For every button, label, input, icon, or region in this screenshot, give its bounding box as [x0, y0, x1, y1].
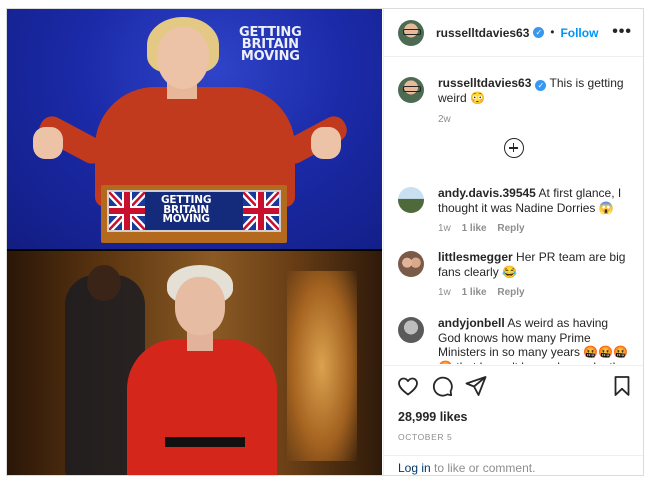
share-icon[interactable]: [464, 374, 488, 398]
post-media[interactable]: GETTING BRITAIN MOVING GETTING BRITAIN M…: [7, 9, 382, 475]
comments-section[interactable]: russelltdavies63 ✓ This is getting weird …: [384, 58, 643, 364]
comment-username[interactable]: andyjonbell: [438, 316, 505, 330]
avatar[interactable]: [398, 77, 424, 103]
figure-body: [127, 339, 277, 475]
comment-likes[interactable]: 1 like: [462, 223, 487, 234]
background-figure-head: [87, 265, 121, 301]
post-actions: 28,999 likes OCTOBER 5: [384, 365, 643, 442]
caption: russelltdavies63 ✓ This is getting weird …: [398, 76, 638, 127]
bookmark-icon[interactable]: [610, 374, 634, 398]
comment-username[interactable]: littlesmegger: [438, 250, 513, 264]
post-date[interactable]: OCTOBER 5: [398, 432, 452, 442]
podium-slogan: GETTING BRITAIN MOVING: [161, 194, 212, 226]
list-item: andyjonbell As weird as having God knows…: [398, 316, 638, 364]
comment-time[interactable]: 1w: [438, 223, 451, 234]
figure-head: [157, 27, 209, 89]
figure-hand: [33, 127, 63, 159]
comment-username[interactable]: andy.davis.39545: [438, 186, 536, 200]
more-icon[interactable]: •••: [612, 23, 632, 41]
avatar[interactable]: [398, 187, 424, 213]
list-item: littlesmegger Her PR team are big fans c…: [398, 250, 638, 301]
comment-icon[interactable]: [430, 374, 454, 398]
verified-icon: ✓: [535, 80, 547, 91]
login-prompt: Log in to like or comment.: [384, 455, 643, 475]
union-flag-icon: [243, 192, 279, 230]
caption-body: russelltdavies63 ✓ This is getting weird …: [438, 76, 634, 127]
reply-button[interactable]: Reply: [497, 287, 524, 298]
reply-button[interactable]: Reply: [497, 223, 524, 234]
union-flag-icon: [109, 192, 145, 230]
figure-belt: [165, 437, 245, 447]
comment-body: andy.davis.39545 At first glance, I thou…: [438, 186, 634, 237]
comment-meta: 1w 1 like Reply: [438, 222, 634, 237]
comment-likes[interactable]: 1 like: [462, 287, 487, 298]
comment-body: andyjonbell As weird as having God knows…: [438, 316, 634, 364]
instagram-post: GETTING BRITAIN MOVING GETTING BRITAIN M…: [6, 8, 644, 476]
comment-time[interactable]: 1w: [438, 287, 451, 298]
follow-button[interactable]: Follow: [560, 26, 598, 40]
separator-dot: •: [550, 26, 555, 39]
likes-count[interactable]: 28,999 likes: [398, 410, 468, 424]
avatar[interactable]: [398, 19, 424, 46]
avatar[interactable]: [398, 251, 424, 277]
photo-drama-still: [7, 251, 382, 475]
caption-username[interactable]: russelltdavies63: [438, 76, 531, 90]
wall-slogan: GETTING BRITAIN MOVING: [239, 25, 302, 64]
figure-hand: [311, 127, 341, 159]
caption-meta: 2w: [438, 113, 634, 128]
figure-head: [175, 277, 225, 335]
post-side-panel: russelltdavies63 ✓ • Follow ••• russellt…: [383, 9, 643, 475]
post-author-username[interactable]: russelltdavies63: [436, 26, 529, 40]
window-light: [287, 271, 357, 461]
avatar[interactable]: [398, 317, 424, 343]
podium-sign: GETTING BRITAIN MOVING: [107, 190, 281, 232]
action-icons: [384, 374, 643, 400]
comment-body: littlesmegger Her PR team are big fans c…: [438, 250, 634, 301]
caption-time[interactable]: 2w: [438, 114, 451, 125]
list-item: andy.davis.39545 At first glance, I thou…: [398, 186, 638, 237]
post-header: russelltdavies63 ✓ • Follow •••: [384, 9, 643, 57]
heart-icon[interactable]: [396, 374, 420, 398]
photo-truss: GETTING BRITAIN MOVING GETTING BRITAIN M…: [7, 9, 382, 249]
verified-icon: ✓: [533, 27, 545, 38]
plus-circle-icon[interactable]: [504, 138, 524, 158]
login-link[interactable]: Log in: [398, 461, 431, 475]
login-prompt-text: to like or comment.: [430, 461, 536, 475]
comment-meta: 1w 1 like Reply: [438, 286, 634, 301]
